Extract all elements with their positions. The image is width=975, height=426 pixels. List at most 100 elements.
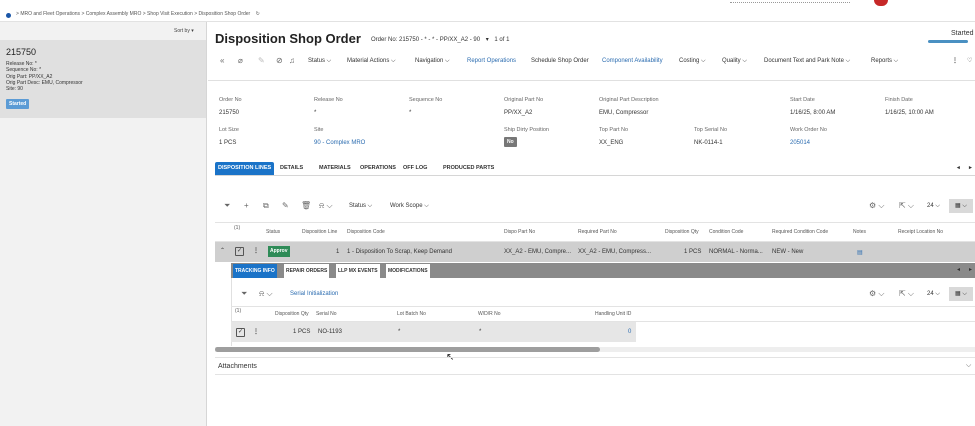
subtab-llp-mx-events[interactable]: LLP MX EVENTS bbox=[336, 264, 380, 278]
top-bar: > MRO and Fleet Operations > Complex Ass… bbox=[0, 0, 975, 22]
quality-menu[interactable]: Quality ⌵ bbox=[722, 55, 747, 68]
edit-icon[interactable]: ✎ bbox=[258, 57, 265, 65]
tab-disposition-lines[interactable]: DISPOSITION LINES bbox=[215, 162, 275, 175]
subcol-handling-unit-id[interactable]: Handling Unit ID bbox=[595, 311, 631, 317]
collapse-row-icon[interactable]: ⌃ bbox=[220, 247, 225, 254]
add-icon[interactable]: + bbox=[244, 202, 249, 210]
subgrid-filter-icon[interactable]: ⏷ bbox=[241, 290, 247, 298]
sort-by-button[interactable]: Sort by ▾ bbox=[174, 28, 194, 34]
work-order-link[interactable]: 205014 bbox=[790, 140, 810, 146]
subgrid-page-size-select[interactable]: 24 ⌵ bbox=[927, 291, 940, 298]
horizontal-scrollbar[interactable] bbox=[215, 347, 975, 352]
user-avatar[interactable] bbox=[874, 0, 888, 6]
favorite-icon[interactable]: ♡ bbox=[967, 55, 972, 68]
subtabs-next-icon[interactable]: ▸ bbox=[969, 266, 972, 273]
document-text-menu[interactable]: Document Text and Park Note ⌵ bbox=[764, 55, 850, 68]
attachments-expand-icon[interactable]: ⌵ bbox=[966, 362, 971, 370]
row-menu-icon[interactable]: ⋮ bbox=[253, 247, 259, 254]
breadcrumb-item[interactable]: Shop Visit Execution bbox=[147, 11, 193, 17]
subgrid-settings-icon[interactable]: ⚙ ⌵ bbox=[869, 290, 884, 298]
work-scope-label: Work Scope bbox=[390, 203, 423, 209]
attachments-section[interactable]: Attachments ⌵ bbox=[215, 357, 975, 375]
subcol-wdr-no[interactable]: W/D/R No bbox=[478, 311, 501, 317]
subcol-lot-batch-no[interactable]: Lot Batch No bbox=[397, 311, 426, 317]
subrow-checkbox[interactable]: ✓ bbox=[236, 328, 245, 337]
view-toggle-button[interactable]: ▦ ⌵ bbox=[949, 199, 973, 213]
export-icon[interactable]: ⇱ ⌵ bbox=[899, 202, 914, 210]
breadcrumb-item[interactable]: Complex Assembly MRO bbox=[86, 11, 142, 17]
tab-materials[interactable]: MATERIALS bbox=[319, 162, 351, 175]
home-icon[interactable] bbox=[6, 13, 11, 18]
col-required-part-no[interactable]: Required Part No bbox=[578, 229, 617, 235]
edit-row-icon[interactable]: ✎ bbox=[282, 202, 289, 210]
breadcrumb-item[interactable]: MRO and Fleet Operations bbox=[20, 11, 80, 17]
serial-initialization-button[interactable]: Serial Initialization bbox=[290, 291, 338, 297]
grid-bell-icon[interactable]: ⍾ ⌵ bbox=[319, 202, 333, 210]
subtab-modifications[interactable]: MODIFICATIONS bbox=[386, 264, 430, 278]
order-dropdown-icon[interactable]: ▾ bbox=[486, 37, 489, 43]
notes-icon[interactable]: ▤ bbox=[857, 249, 863, 256]
subgrid-bell-icon[interactable]: ⍾ ⌵ bbox=[259, 290, 273, 298]
row-condition[interactable]: NORMAL - Norma... bbox=[709, 249, 763, 255]
subgrid-export-icon[interactable]: ⇱ ⌵ bbox=[899, 290, 914, 298]
row-disposition-code[interactable]: 1 - Disposition To Scrap, Keep Demand bbox=[347, 249, 452, 255]
more-icon[interactable]: ⋮ bbox=[952, 55, 958, 68]
tab-operations[interactable]: OPERATIONS bbox=[360, 162, 396, 175]
tabs-next-icon[interactable]: ▸ bbox=[969, 162, 972, 175]
material-actions-menu[interactable]: Material Actions ⌵ bbox=[347, 55, 396, 68]
tabs-prev-icon[interactable]: ◂ bbox=[957, 162, 960, 175]
subrow-handling[interactable]: 0 bbox=[628, 329, 631, 335]
status-menu[interactable]: Status ⌵ bbox=[308, 55, 331, 68]
scrollbar-thumb[interactable] bbox=[215, 347, 600, 352]
col-disposition-qty[interactable]: Disposition Qty bbox=[665, 229, 699, 235]
tab-produced-parts[interactable]: PRODUCED PARTS bbox=[443, 162, 494, 175]
bell-icon[interactable]: ♫ bbox=[289, 57, 295, 65]
reports-menu[interactable]: Reports ⌵ bbox=[871, 55, 898, 68]
release-label: Release No: bbox=[6, 61, 34, 67]
subtab-tracking-info[interactable]: TRACKING INFO bbox=[233, 264, 277, 278]
site-link[interactable]: 90 - Complex MRO bbox=[314, 140, 365, 146]
settings-icon[interactable]: ⚙ ⌵ bbox=[869, 202, 884, 210]
subgrid-row[interactable] bbox=[231, 322, 636, 342]
subcol-disposition-qty[interactable]: Disposition Qty bbox=[275, 311, 309, 317]
pin-icon[interactable]: ⊘ bbox=[276, 57, 283, 65]
subcol-serial-no[interactable]: Serial No bbox=[316, 311, 337, 317]
delete-icon[interactable]: 🗑 bbox=[301, 202, 311, 210]
col-disposition-code[interactable]: Disposition Code bbox=[347, 229, 385, 235]
col-condition-code[interactable]: Condition Code bbox=[709, 229, 743, 235]
tab-off-log[interactable]: OFF LOG bbox=[403, 162, 427, 175]
sidebar-card[interactable]: 215750 Release No: * Sequence No: * Orig… bbox=[0, 40, 206, 118]
back-icon[interactable]: « bbox=[220, 57, 224, 65]
col-receipt-location-no[interactable]: Receipt Location No bbox=[898, 229, 943, 235]
copy-icon[interactable]: ⧉ bbox=[263, 202, 269, 210]
breadcrumb-item[interactable]: Disposition Shop Order bbox=[199, 11, 251, 17]
col-disposition-line[interactable]: Disposition Line bbox=[302, 229, 337, 235]
row-req-condition[interactable]: NEW - New bbox=[772, 249, 803, 255]
col-dispo-part-no[interactable]: Dispo Part No bbox=[504, 229, 535, 235]
component-availability-button[interactable]: Component Availability bbox=[602, 55, 663, 68]
report-operations-button[interactable]: Report Operations bbox=[467, 55, 516, 68]
filter-icon[interactable]: ⏷ bbox=[224, 202, 230, 210]
subrow-menu-icon[interactable]: ⋮ bbox=[253, 328, 259, 335]
costing-menu[interactable]: Costing ⌵ bbox=[679, 55, 706, 68]
breadcrumb-sep: > bbox=[16, 11, 19, 17]
refresh-icon[interactable]: ↻ bbox=[256, 11, 260, 17]
col-required-condition-code[interactable]: Required Condition Code bbox=[772, 229, 828, 235]
finish-date-value: 1/16/25, 10:00 AM bbox=[885, 110, 934, 116]
subtabs-prev-icon[interactable]: ◂ bbox=[957, 266, 960, 273]
tabs-bar bbox=[215, 175, 975, 176]
grid-status-menu[interactable]: Status ⌵ bbox=[349, 203, 372, 210]
row-qty: 1 PCS bbox=[684, 249, 702, 255]
row-checkbox[interactable]: ✓ bbox=[235, 247, 244, 256]
col-status[interactable]: Status bbox=[266, 229, 280, 235]
attach-icon[interactable]: ⌀ bbox=[238, 57, 243, 65]
schedule-shop-order-button[interactable]: Schedule Shop Order bbox=[531, 55, 589, 68]
col-notes[interactable]: Notes bbox=[853, 229, 866, 235]
attachments-label: Attachments bbox=[218, 363, 257, 370]
tab-details[interactable]: DETAILS bbox=[280, 162, 303, 175]
page-size-select[interactable]: 24 ⌵ bbox=[927, 203, 940, 210]
subtab-repair-orders[interactable]: REPAIR ORDERS bbox=[284, 264, 330, 278]
subgrid-view-toggle[interactable]: ▦ ⌵ bbox=[949, 287, 973, 301]
work-scope-menu[interactable]: Work Scope ⌵ bbox=[390, 203, 429, 210]
navigation-menu[interactable]: Navigation ⌵ bbox=[415, 55, 450, 68]
